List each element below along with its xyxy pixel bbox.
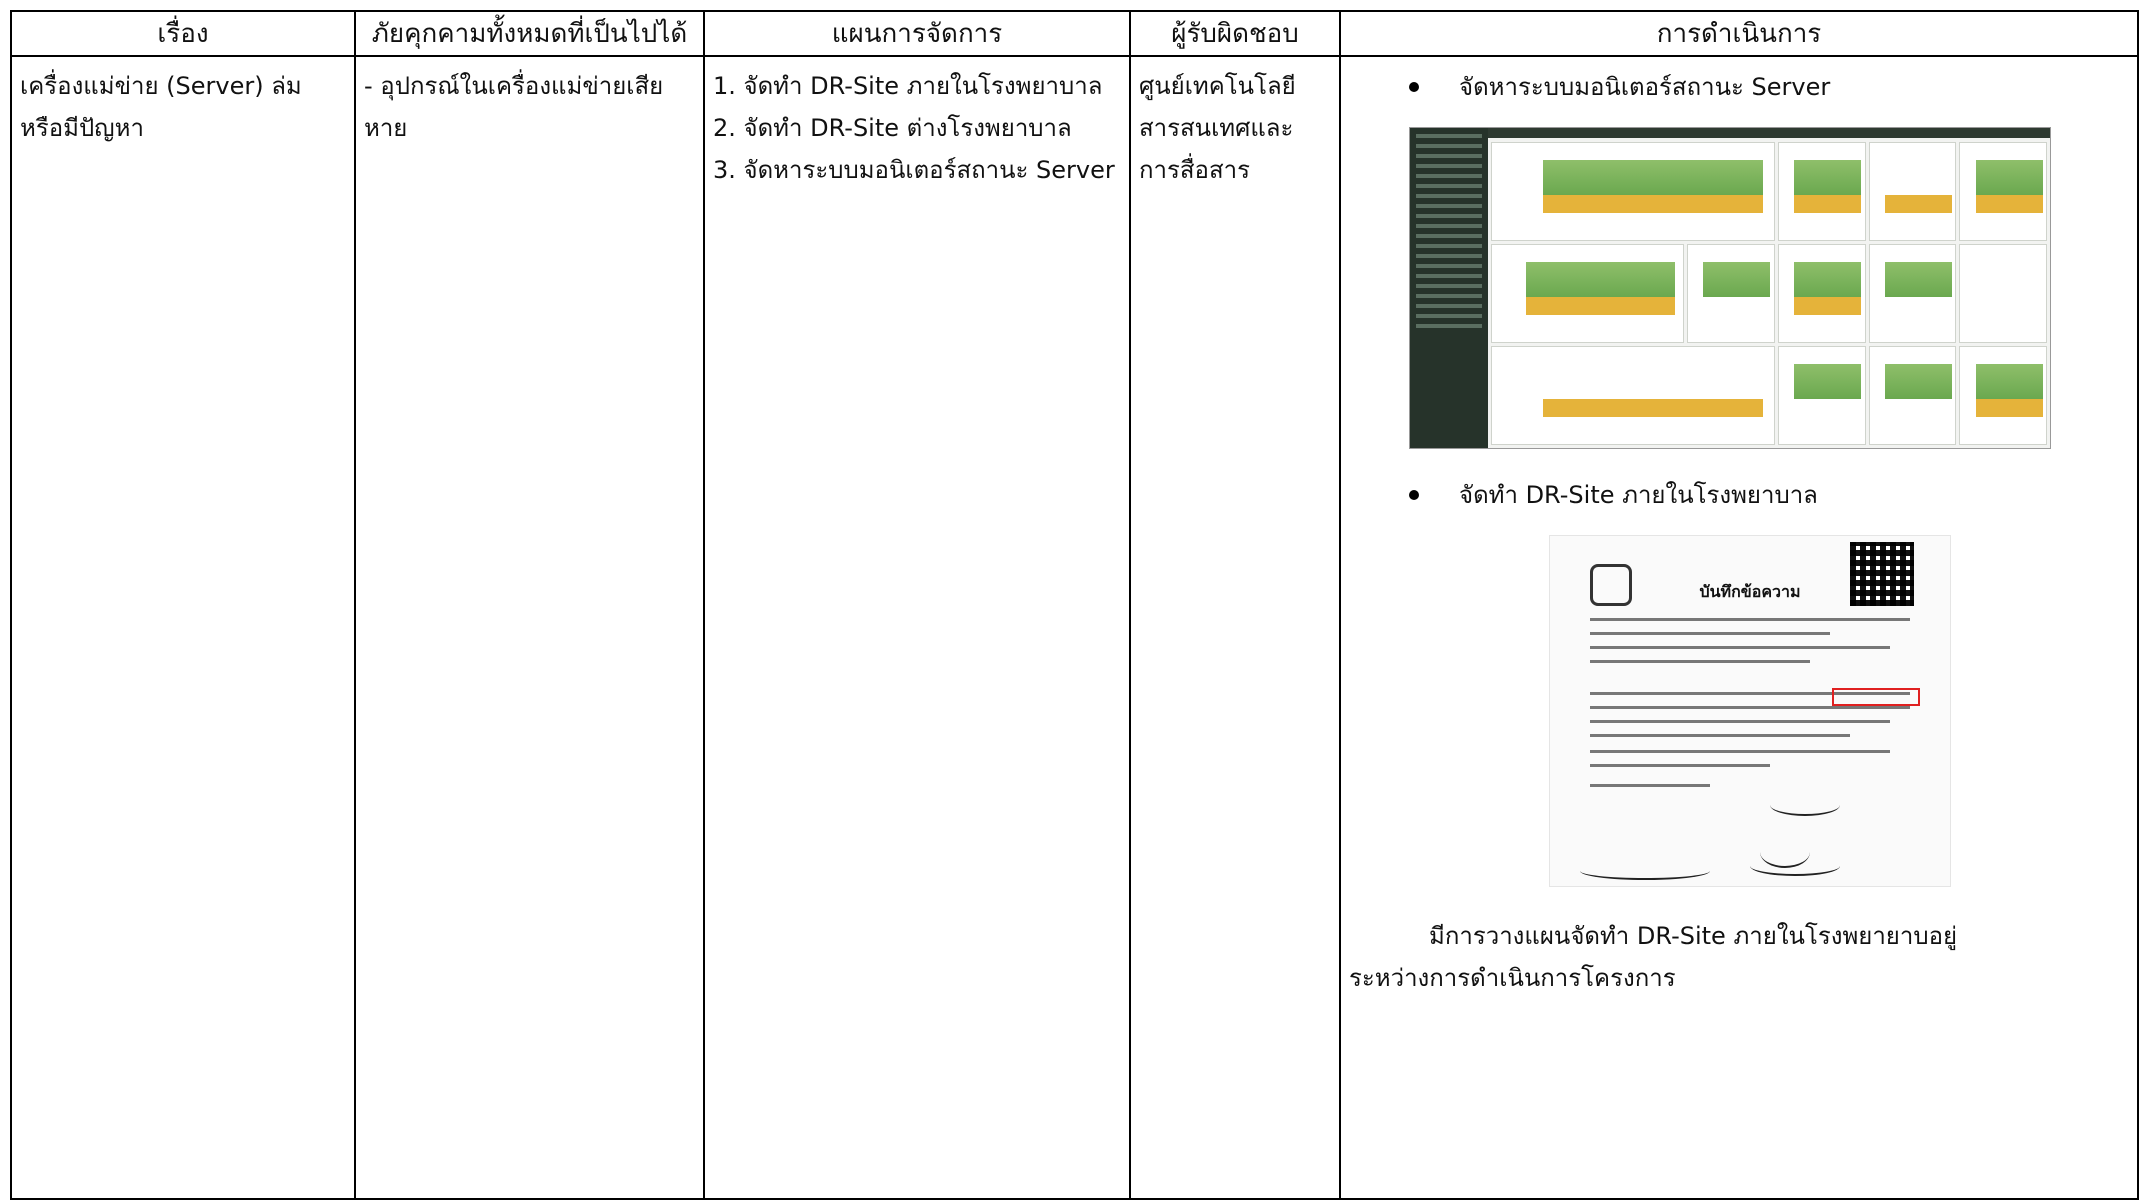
bandwidth-panel [1868, 346, 1957, 445]
dashboard-sidebar [1410, 128, 1488, 448]
bandwidth-panel [1777, 346, 1866, 445]
bandwidth-panel [1687, 244, 1775, 343]
note-line: ระหว่างการดำเนินการโครงการ [1349, 964, 1676, 992]
header-topic: เรื่อง [10, 10, 356, 57]
action-bullet: จัดหาระบบมอนิเตอร์สถานะ Server [1409, 65, 2129, 109]
plan-item: 1. จัดทำ DR-Site ภายในโรงพยาบาล [713, 72, 1103, 100]
header-row: เรื่อง ภัยคุกคามทั้งหมดที่เป็นไปได้ แผนก… [10, 10, 2139, 57]
monitoring-dashboard-screenshot [1409, 127, 2051, 449]
topic-text: เครื่องแม่ข่าย (Server) ล่ม หรือมีปัญหา [20, 72, 302, 142]
cell-plans: 1. จัดทำ DR-Site ภายในโรงพยาบาล 2. จัดทำ… [703, 55, 1131, 1200]
bandwidth-panel [1491, 142, 1775, 241]
cell-threat: - อุปกรณ์ในเครื่องแม่ข่ายเสียหาย [354, 55, 705, 1200]
header-plan: แผนการจัดการ [703, 10, 1131, 57]
memo-title: บันทึกข้อความ [1699, 582, 1801, 601]
cell-topic: เครื่องแม่ข่าย (Server) ล่ม หรือมีปัญหา [10, 55, 356, 1200]
action-bullet-text: จัดทำ DR-Site ภายในโรงพยาบาล [1459, 481, 1818, 509]
bandwidth-panel [1868, 244, 1957, 343]
bandwidth-panel [1959, 142, 2047, 241]
plan-item: 3. จัดหาระบบมอนิเตอร์สถานะ Server [713, 156, 1115, 184]
action-bullet-text: จัดหาระบบมอนิเตอร์สถานะ Server [1459, 73, 1831, 101]
highlight-box [1832, 688, 1920, 706]
header-actions: การดำเนินการ [1339, 10, 2139, 57]
table-row: เครื่องแม่ข่าย (Server) ล่ม หรือมีปัญหา … [10, 55, 2139, 1200]
threat-text: - อุปกรณ์ในเครื่องแม่ข่ายเสียหาย [364, 72, 664, 142]
bandwidth-panel [1491, 346, 1775, 445]
signature-mark [1750, 856, 1840, 876]
signature-mark [1580, 862, 1710, 880]
bandwidth-panel [1777, 244, 1866, 343]
plan-list: 1. จัดทำ DR-Site ภายในโรงพยาบาล 2. จัดทำ… [713, 65, 1121, 191]
bandwidth-panel [1777, 142, 1866, 241]
note-line: มีการวางแผนจัดทำ DR-Site ภายในโรงพยายาบอ… [1429, 922, 1958, 950]
responsible-text: ศูนย์เทคโนโลยีสารสนเทศและการสื่อสาร [1139, 72, 1296, 184]
cell-responsible: ศูนย์เทคโนโลยีสารสนเทศและการสื่อสาร [1129, 55, 1341, 1200]
header-responsible: ผู้รับผิดชอบ [1129, 10, 1341, 57]
cell-actions: จัดหาระบบมอนิเตอร์สถานะ Server จัดทำ DR-… [1339, 55, 2139, 1200]
bandwidth-panel [1959, 244, 2047, 343]
action-bullet: จัดทำ DR-Site ภายในโรงพยาบาล [1409, 473, 2129, 517]
bandwidth-panel [1868, 142, 1957, 241]
bullet-icon [1409, 490, 1419, 500]
risk-management-table: เรื่อง ภัยคุกคามทั้งหมดที่เป็นไปได้ แผนก… [10, 10, 2139, 1200]
bandwidth-panel [1491, 244, 1685, 343]
bandwidth-panel [1959, 346, 2047, 445]
header-threats: ภัยคุกคามทั้งหมดที่เป็นไปได้ [354, 10, 705, 57]
action-note: มีการวางแผนจัดทำ DR-Site ภายในโรงพยายาบอ… [1349, 915, 2129, 999]
plan-item: 2. จัดทำ DR-Site ต่างโรงพยาบาล [713, 114, 1072, 142]
bullet-icon [1409, 82, 1419, 92]
signature-mark [1770, 794, 1840, 816]
dashboard-topbar [1488, 128, 2050, 138]
dashboard-panels [1488, 128, 2050, 448]
memo-document-scan: บันทึกข้อความ [1549, 535, 1951, 887]
